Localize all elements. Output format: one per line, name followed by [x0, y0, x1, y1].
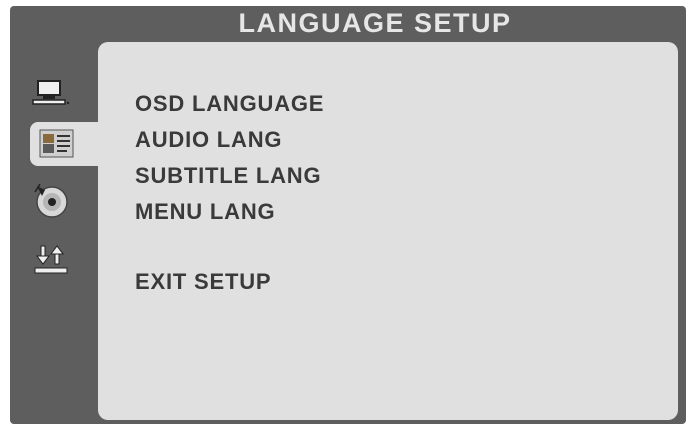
menu-item-osd-language[interactable]: OSD LANGUAGE	[135, 86, 324, 122]
settings-panel: OSD LANGUAGE AUDIO LANG SUBTITLE LANG ME…	[98, 42, 678, 420]
tab-preference-setup[interactable]	[24, 238, 78, 282]
page-title: LANGUAGE SETUP	[238, 8, 512, 38]
arrows-icon	[33, 243, 69, 277]
disc-icon	[31, 180, 71, 220]
menu-list: OSD LANGUAGE AUDIO LANG SUBTITLE LANG ME…	[135, 86, 324, 300]
tab-language-setup[interactable]	[30, 122, 100, 166]
tab-general-setup[interactable]	[24, 72, 78, 116]
language-icon	[39, 128, 75, 160]
menu-item-menu-lang[interactable]: MENU LANG	[135, 194, 324, 230]
menu-item-subtitle-lang[interactable]: SUBTITLE LANG	[135, 158, 324, 194]
menu-item-audio-lang[interactable]: AUDIO LANG	[135, 122, 324, 158]
setup-window: LANGUAGE SETUP OSD LANGUAGE AUDIO LANG S…	[10, 6, 686, 424]
tab-audio-setup[interactable]	[24, 178, 78, 222]
monitor-icon	[31, 77, 71, 111]
exit-setup-button[interactable]: EXIT SETUP	[135, 264, 324, 300]
